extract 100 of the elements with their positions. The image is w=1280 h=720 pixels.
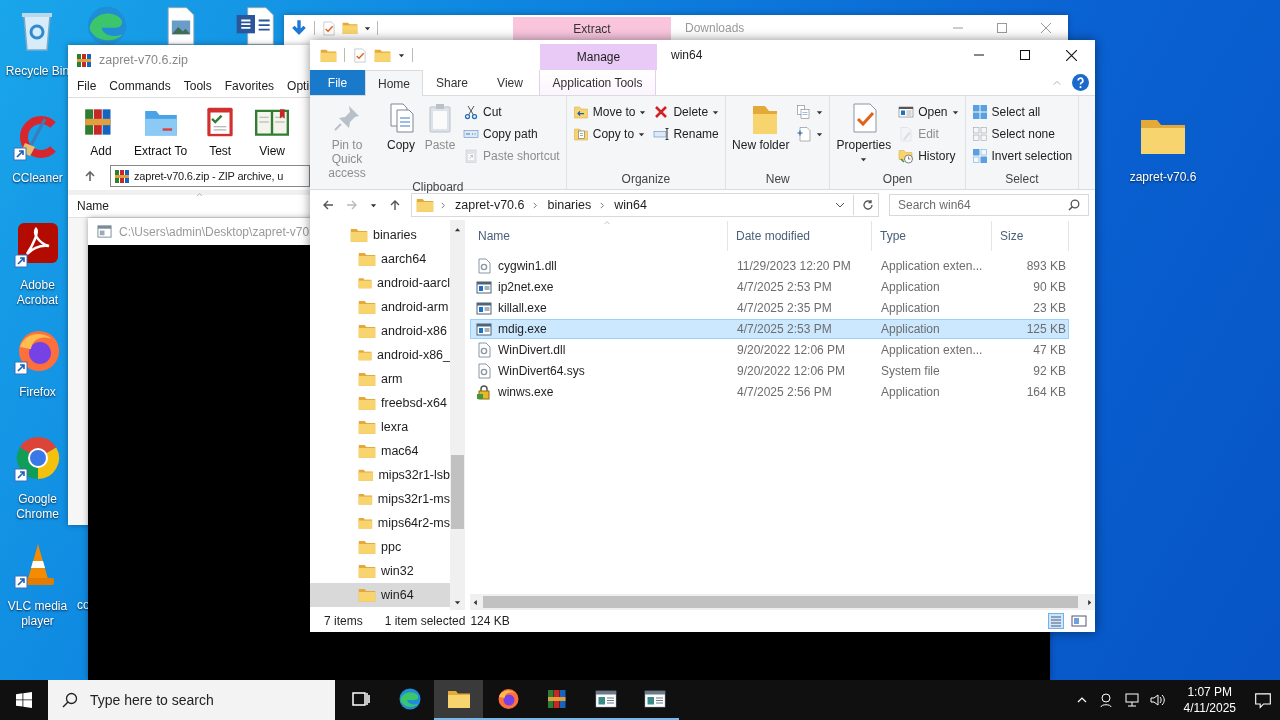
tree-item[interactable]: arm: [310, 367, 450, 391]
ribbon-button[interactable]: Open: [896, 102, 961, 122]
ribbon-button[interactable]: Copy to: [570, 124, 649, 144]
ribbon-tab[interactable]: Share: [423, 70, 481, 95]
taskbar-search-box[interactable]: Type here to search: [48, 680, 335, 720]
open-window-icon: [898, 104, 915, 120]
desktop-shortcut[interactable]: VLC media player: [4, 541, 71, 629]
maximize-icon: [1020, 50, 1030, 60]
ribbon-button[interactable]: Properties: [834, 100, 894, 169]
file-row[interactable]: mdig.exe 4/7/2025 2:53 PM Application 125 KB: [470, 319, 1069, 339]
dropdown-caret-icon: [639, 108, 647, 116]
scrollbar-thumb[interactable]: [451, 455, 464, 529]
tree-item[interactable]: android-aarcl: [310, 271, 450, 295]
invert-selection-icon: [971, 148, 988, 164]
menu-item[interactable]: Commands: [109, 79, 171, 93]
column-header[interactable]: Size: [992, 221, 1069, 251]
ribbon-button[interactable]: Copy: [383, 100, 419, 180]
address-field[interactable]: zapret-v70.6.zip - ZIP archive, u: [110, 165, 310, 187]
ribbon-tab[interactable]: File: [310, 70, 365, 95]
taskbar-search-field[interactable]: Type here to search: [90, 692, 290, 708]
ribbon-button[interactable]: Rename: [651, 124, 722, 144]
ribbon-tab[interactable]: View: [481, 70, 539, 95]
collapse-chevron-icon: [1052, 78, 1062, 87]
menu-item[interactable]: Tools: [183, 79, 212, 93]
app-window-icon: [476, 321, 492, 337]
file-row[interactable]: WinDivert64.sys 9/20/2022 12:06 PM System file 92 KB: [470, 361, 1069, 381]
console-window-icon: [642, 687, 667, 711]
tree-item[interactable]: win64: [310, 583, 450, 607]
breadcrumb[interactable]: binaries: [545, 198, 594, 212]
chevron-right-icon: [440, 201, 447, 209]
search-box[interactable]: Search win64: [889, 194, 1089, 216]
menu-item[interactable]: Opti: [287, 79, 310, 93]
menu-item[interactable]: Favorites: [224, 79, 275, 93]
tree-item[interactable]: mips32r1-ms: [310, 487, 450, 511]
scrollbar[interactable]: [450, 220, 465, 610]
tree-item[interactable]: android-x86_: [310, 343, 450, 367]
ribbon-button[interactable]: Cut: [461, 102, 562, 122]
folder-icon: [350, 226, 368, 244]
file-row[interactable]: killall.exe 4/7/2025 2:35 PM Application 23 KB: [470, 298, 1069, 318]
desktop-shortcut[interactable]: zapret-v70.6: [1129, 112, 1197, 185]
tree-item[interactable]: mips32r1-lsb: [310, 463, 450, 487]
ribbon-button[interactable]: Copy path: [461, 124, 562, 144]
address-bar[interactable]: zapret-v70.6 binaries win64: [411, 193, 879, 217]
file-row[interactable]: WinDivert.dll 9/20/2022 12:06 PM Application exten... 47 KB: [470, 340, 1069, 360]
scrollbar-thumb[interactable]: [483, 596, 1078, 608]
column-header[interactable]: Name: [77, 199, 109, 213]
column-header[interactable]: Name: [470, 221, 728, 251]
tree-item[interactable]: aarch64: [310, 247, 450, 271]
tree-item[interactable]: win32: [310, 559, 450, 583]
file-row[interactable]: winws.exe 4/7/2025 2:56 PM Application 164 KB: [470, 382, 1069, 402]
dropdown-caret-icon: [816, 108, 824, 116]
toolbar-button[interactable]: Extract To: [134, 103, 188, 158]
ribbon-tab[interactable]: Application Tools: [539, 70, 656, 95]
tree-item[interactable]: mips64r2-ms: [310, 511, 450, 535]
folder-icon: [358, 322, 376, 340]
toolbar-button[interactable]: Test: [201, 103, 240, 158]
tree-item[interactable]: lexra: [310, 415, 450, 439]
breadcrumb[interactable]: zapret-v70.6: [453, 198, 527, 212]
taskbar-app[interactable]: [434, 680, 483, 720]
column-header[interactable]: Date modified: [728, 221, 872, 251]
size-cell-text: 47 KB: [1032, 343, 1067, 357]
file-name: WinDivert.dll: [471, 342, 729, 358]
scrollbar[interactable]: [470, 594, 1095, 610]
ribbon-button[interactable]: Select none: [969, 124, 1075, 144]
recent-caret-icon: [370, 201, 377, 209]
new-item-icon: [796, 104, 813, 120]
tiles-view-icon: [1071, 613, 1087, 629]
tree-item[interactable]: android-x86: [310, 319, 450, 343]
ribbon-button[interactable]: New folder: [730, 100, 792, 169]
ribbon-button[interactable]: Move to: [570, 102, 649, 122]
menu-item[interactable]: File: [77, 79, 97, 93]
folder-icon: [358, 394, 376, 412]
ribbon-tab[interactable]: Home: [365, 70, 423, 96]
scroll-up-icon: [454, 226, 461, 233]
breadcrumb[interactable]: win64: [612, 198, 649, 212]
search-icon: [62, 692, 78, 708]
size-cell-text: 92 KB: [1032, 364, 1067, 378]
file-row[interactable]: cygwin1.dll 11/29/2023 12:20 PM Application exten... 893 KB: [470, 256, 1069, 276]
edit-icon: [898, 126, 915, 142]
caret-icon: [398, 51, 405, 59]
ribbon-button[interactable]: Invert selection: [969, 146, 1075, 166]
ribbon-button[interactable]: Select all: [969, 102, 1075, 122]
search-field[interactable]: Search win64: [898, 198, 1068, 212]
shield-person-icon: [1097, 692, 1114, 708]
tree-item[interactable]: mac64: [310, 439, 450, 463]
type-cell-text: Application: [880, 301, 941, 315]
column-header[interactable]: Type: [872, 221, 992, 251]
ribbon-button[interactable]: History: [896, 146, 961, 166]
ribbon-button[interactable]: Delete: [651, 102, 722, 122]
file-row[interactable]: ip2net.exe 4/7/2025 2:53 PM Application 90 KB: [470, 277, 1069, 297]
tree-item[interactable]: ppc: [310, 535, 450, 559]
date-cell-text: 4/7/2025 2:56 PM: [736, 385, 833, 399]
tree-item[interactable]: freebsd-x64: [310, 391, 450, 415]
toolbar-button[interactable]: Add: [82, 103, 120, 158]
toolbar-button[interactable]: View: [253, 103, 292, 158]
tree-item[interactable]: android-arm: [310, 295, 450, 319]
settings-file-icon: [476, 363, 492, 379]
history-icon: [898, 148, 915, 164]
tree-item[interactable]: binaries: [310, 223, 450, 247]
close-icon: [1041, 23, 1051, 33]
